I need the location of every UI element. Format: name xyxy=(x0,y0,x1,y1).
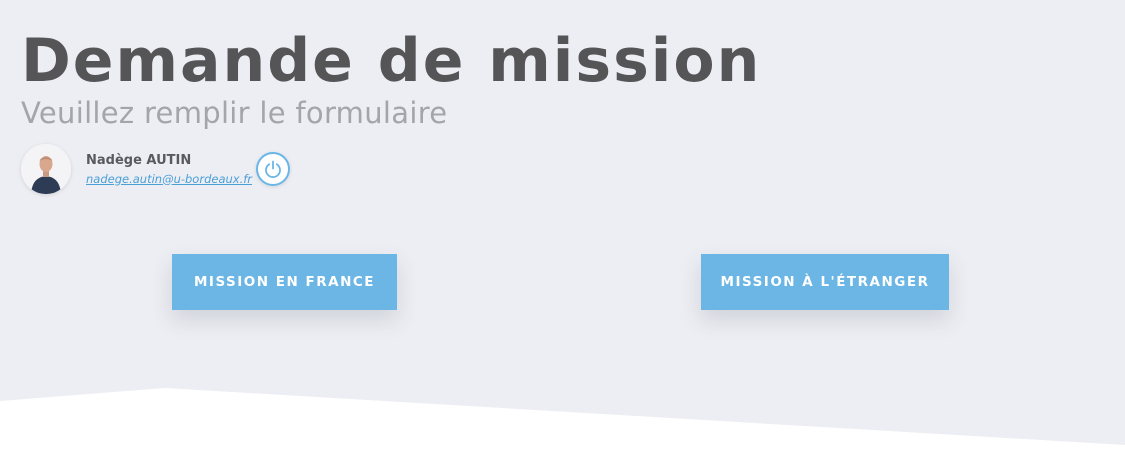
page-subtitle: Veuillez remplir le formulaire xyxy=(21,96,448,130)
page-header: Demande de mission Veuillez remplir le f… xyxy=(21,20,1101,130)
avatar xyxy=(21,144,71,194)
user-email-link[interactable]: nadege.autin@u-bordeaux.fr xyxy=(86,171,252,187)
mission-etranger-button[interactable]: Mission à l'étranger xyxy=(701,254,949,310)
user-name: Nadège AUTIN xyxy=(86,152,192,168)
power-icon xyxy=(265,160,281,178)
page: Demande de mission Veuillez remplir le f… xyxy=(0,0,1125,457)
page-title: Demande de mission xyxy=(21,26,762,96)
footer-wave-shape xyxy=(0,388,1125,457)
user-profile: Nadège AUTIN nadege.autin@u-bordeaux.fr xyxy=(21,143,252,195)
user-photo-icon xyxy=(21,144,71,194)
user-info: Nadège AUTIN nadege.autin@u-bordeaux.fr xyxy=(86,152,252,187)
mission-france-button[interactable]: Mission en France xyxy=(172,254,397,310)
logout-button[interactable] xyxy=(256,152,290,186)
